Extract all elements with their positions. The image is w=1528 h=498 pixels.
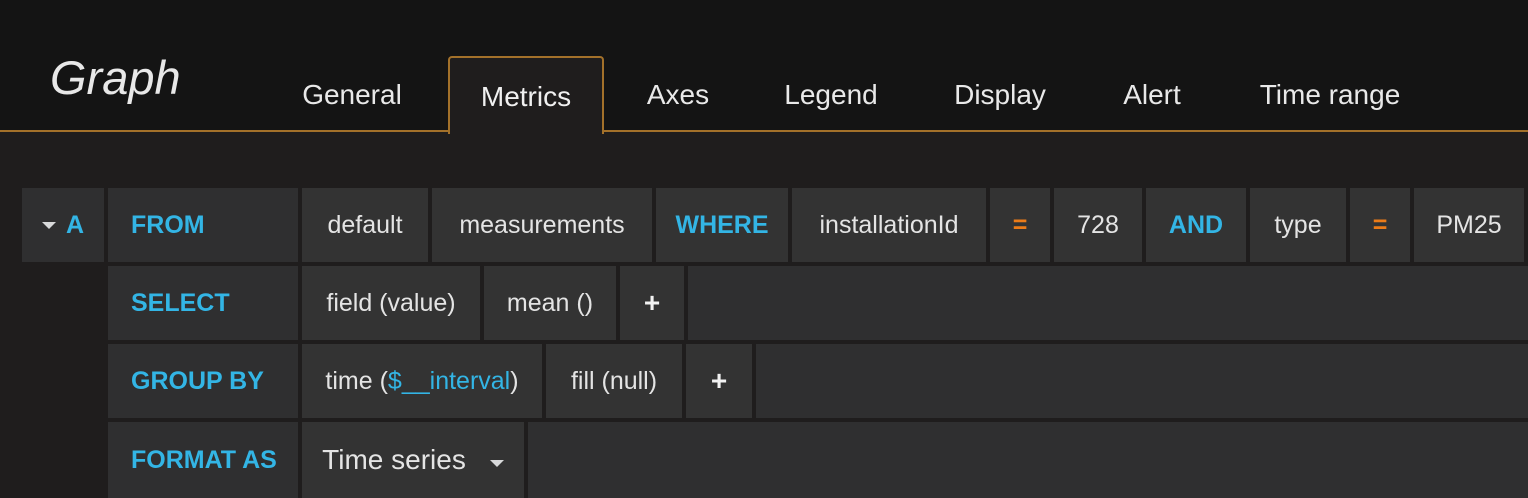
where-value-2[interactable]: PM25 [1414,188,1524,262]
where-operator-2[interactable]: = [1350,188,1410,262]
select-add-button[interactable]: + [620,266,684,340]
tab-legend[interactable]: Legend [764,56,898,130]
select-row-filler [688,266,1528,340]
group-by-time-suffix: ) [510,366,519,395]
where-operator-1[interactable]: = [990,188,1050,262]
from-keyword: FROM [108,188,298,262]
caret-down-icon [41,221,56,229]
tab-display[interactable]: Display [934,56,1066,130]
tab-general[interactable]: General [282,56,422,130]
where-value-1[interactable]: 728 [1054,188,1142,262]
group-by-row-filler [756,344,1528,418]
where-key-1[interactable]: installationId [792,188,986,262]
group-by-time-prefix: time ( [325,366,388,395]
group-by-time-variable: $__interval [387,366,511,395]
group-by-fill[interactable]: fill (null) [546,344,682,418]
where-conjunction[interactable]: AND [1146,188,1246,262]
where-key-2[interactable]: type [1250,188,1346,262]
group-by-add-button[interactable]: + [686,344,752,418]
group-by-time[interactable]: time ($__interval) [302,344,542,418]
from-policy[interactable]: default [302,188,428,262]
query-ref-id: A [65,210,85,239]
select-keyword: SELECT [108,266,298,340]
from-measurement[interactable]: measurements [432,188,652,262]
tab-alert[interactable]: Alert [1102,56,1202,130]
format-as-keyword: FORMAT AS [108,422,298,498]
panel-header: Graph General Metrics Axes Legend Displa… [0,0,1528,134]
group-by-keyword: GROUP BY [108,344,298,418]
caret-down-icon [489,459,504,467]
tab-metrics[interactable]: Metrics [448,56,604,134]
format-as-select[interactable]: Time series [302,422,524,498]
select-field[interactable]: field (value) [302,266,480,340]
format-as-row-filler [528,422,1528,498]
tab-axes[interactable]: Axes [628,56,728,130]
query-ref-toggle[interactable]: A [22,188,104,262]
format-as-value: Time series [322,444,466,475]
panel-title: Graph [50,51,181,104]
select-aggregation[interactable]: mean () [484,266,616,340]
tab-time-range[interactable]: Time range [1238,56,1422,130]
where-keyword: WHERE [656,188,788,262]
